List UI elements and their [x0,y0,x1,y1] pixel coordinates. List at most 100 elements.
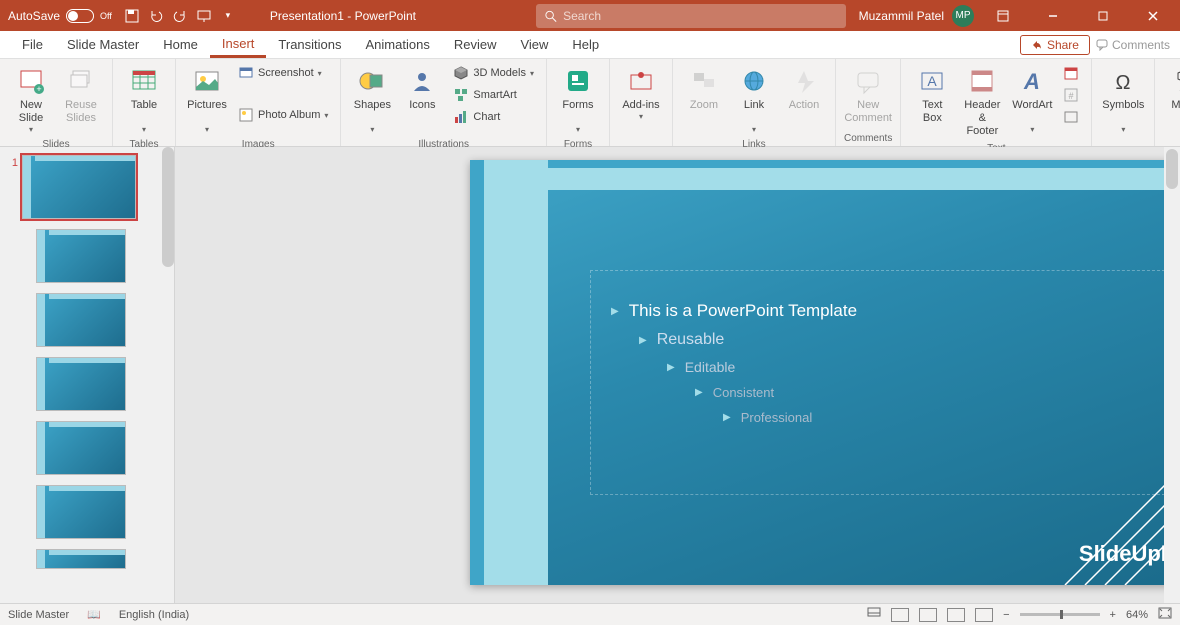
group-illustrations: Shapes▾ Icons 3D Models ▾ SmartArt Chart… [341,59,547,146]
slide-editor[interactable]: ▶This is a PowerPoint Template ▶Reusable… [175,147,1180,603]
search-box[interactable] [536,4,846,28]
group-links: Zoom Link▾ Action Links [673,59,836,146]
shapes-icon [356,65,388,97]
comments-label: Comments [1112,38,1170,52]
table-icon [128,65,160,97]
header-footer-icon [966,65,998,97]
share-label: Share [1047,38,1079,52]
thumb-scrollbar[interactable] [162,147,174,267]
thumbnail-layout[interactable] [36,357,126,411]
textbox-icon: A [916,65,948,97]
svg-text:+: + [36,84,41,94]
close-button[interactable] [1132,0,1174,31]
autosave-toggle[interactable]: AutoSave Off [0,9,120,23]
forms-button[interactable]: Forms▾ [555,63,601,137]
new-slide-button[interactable]: + New Slide▾ [8,63,54,137]
ribbon-tabs: File Slide Master Home Insert Transition… [0,31,1180,59]
svg-text:A: A [928,73,938,89]
thumbnail-layout[interactable] [36,293,126,347]
tab-home[interactable]: Home [151,31,210,58]
textbox-button[interactable]: AText Box [909,63,955,127]
present-icon[interactable] [194,6,214,26]
slide-number-button: # [1059,85,1083,105]
media-icon [1170,65,1180,97]
fit-to-window-button[interactable] [1158,607,1172,622]
ribbon: + New Slide▾ Reuse Slides Slides Table▾ … [0,59,1180,147]
bullet-level-2: ▶Reusable [639,331,1144,349]
view-sorter-button[interactable] [919,608,937,622]
media-button[interactable]: Media▾ [1163,63,1180,137]
zoom-slider[interactable] [1020,613,1100,616]
ribbon-display-icon[interactable] [982,0,1024,31]
zoom-in-button[interactable]: + [1110,609,1116,621]
content-placeholder[interactable]: ▶This is a PowerPoint Template ▶Reusable… [590,270,1165,495]
screenshot-button[interactable]: Screenshot ▾ [234,63,332,83]
bullet-level-3: ▶Editable [667,359,1144,375]
addins-icon [625,65,657,97]
view-reading-button[interactable] [947,608,965,622]
save-icon[interactable] [122,6,142,26]
slide-number-icon: # [1063,87,1079,103]
svg-text:#: # [1069,91,1074,101]
thumbnail-layout[interactable] [36,229,126,283]
maximize-button[interactable] [1082,0,1124,31]
pictures-button[interactable]: Pictures▾ [184,63,230,137]
tab-view[interactable]: View [508,31,560,58]
accessibility-icon[interactable]: 📖 [87,608,101,621]
undo-icon[interactable] [146,6,166,26]
new-comment-icon [852,65,884,97]
tab-animations[interactable]: Animations [354,31,442,58]
group-slides: + New Slide▾ Reuse Slides Slides [0,59,113,146]
group-media: Media▾ [1155,59,1180,146]
group-forms: Forms▾ Forms [547,59,610,146]
thumbnail-layout[interactable] [36,421,126,475]
group-comments: New Comment Comments [836,59,901,146]
icons-button[interactable]: Icons [399,63,445,114]
user-name[interactable]: Muzammil Patel [859,9,944,23]
wordart-button[interactable]: AWordArt▾ [1009,63,1055,137]
tab-help[interactable]: Help [560,31,611,58]
redo-icon[interactable] [170,6,190,26]
slide-canvas[interactable]: ▶This is a PowerPoint Template ▶Reusable… [470,160,1180,585]
comments-button[interactable]: Comments [1096,38,1170,52]
work-area: 1 ▶This is a PowerPoint Template ▶Reusab… [0,147,1180,603]
object-button[interactable] [1059,107,1083,127]
table-button[interactable]: Table▾ [121,63,167,137]
thumbnail-layout[interactable] [36,485,126,539]
tab-slide-master[interactable]: Slide Master [55,31,151,58]
forms-icon [562,65,594,97]
3d-models-button[interactable]: 3D Models ▾ [449,63,538,83]
chart-button[interactable]: Chart [449,107,538,127]
status-mode[interactable]: Slide Master [8,609,69,621]
vertical-scrollbar[interactable] [1164,147,1180,603]
tab-transitions[interactable]: Transitions [266,31,353,58]
photo-album-button[interactable]: Photo Album ▾ [234,105,332,125]
tab-file[interactable]: File [10,31,55,58]
header-footer-button[interactable]: Header & Footer [959,63,1005,141]
date-time-button[interactable] [1059,63,1083,83]
thumbnail-panel[interactable]: 1 [0,147,175,603]
share-button[interactable]: Share [1020,35,1090,55]
symbols-button[interactable]: ΩSymbols▾ [1100,63,1146,137]
notes-button[interactable] [867,607,881,622]
group-text: AText Box Header & Footer AWordArt▾ # Te… [901,59,1092,146]
qa-more-icon[interactable]: ▾ [218,6,238,26]
view-slideshow-button[interactable] [975,608,993,622]
zoom-level[interactable]: 64% [1126,609,1148,621]
zoom-out-button[interactable]: − [1003,609,1009,621]
search-input[interactable] [563,9,838,23]
shapes-button[interactable]: Shapes▾ [349,63,395,137]
addins-button[interactable]: Add-ins ▾ [618,63,664,124]
thumb-number: 1 [4,155,18,219]
smartart-button[interactable]: SmartArt [449,85,538,105]
tab-insert[interactable]: Insert [210,31,267,58]
link-button[interactable]: Link▾ [731,63,777,137]
status-language[interactable]: English (India) [119,609,189,621]
user-avatar[interactable]: MP [952,5,974,27]
view-normal-button[interactable] [891,608,909,622]
tab-review[interactable]: Review [442,31,509,58]
symbols-icon: Ω [1107,65,1139,97]
thumbnail-layout[interactable] [36,549,126,569]
thumbnail-master[interactable] [22,155,136,219]
minimize-button[interactable] [1032,0,1074,31]
